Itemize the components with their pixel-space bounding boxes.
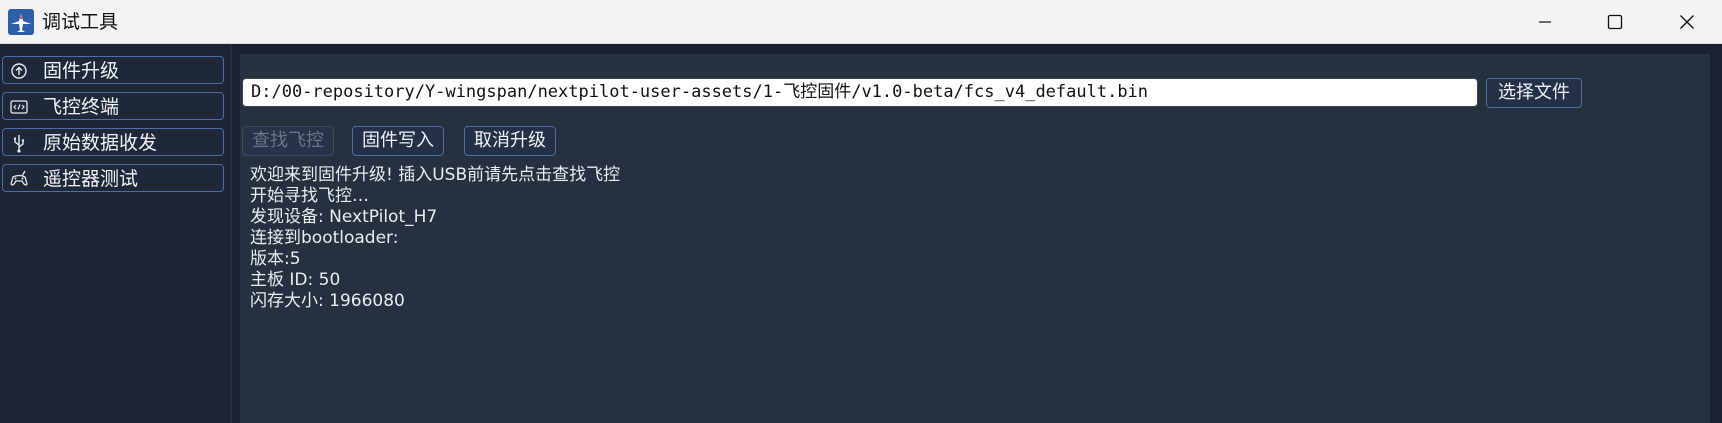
app-window: 调试工具 固件升级 飞控终端 原始数据收发 遥控器测试 D:/00-reposi… [0, 0, 1722, 423]
sidebar-item-label: 固件升级 [43, 60, 120, 82]
minimize-icon [1539, 21, 1551, 23]
log-line: 发现设备: NextPilot_H7 [250, 207, 438, 227]
maximize-icon [1607, 14, 1623, 30]
app-logo-icon [8, 9, 34, 35]
sidebar-item-firmware-upgrade[interactable]: 固件升级 [2, 56, 224, 84]
minimize-button[interactable] [1510, 0, 1580, 44]
find-controller-button[interactable]: 查找飞控 [242, 126, 334, 156]
sidebar-item-flight-terminal[interactable]: 飞控终端 [2, 92, 224, 120]
write-firmware-button[interactable]: 固件写入 [352, 126, 444, 156]
cancel-upgrade-button[interactable]: 取消升级 [464, 126, 556, 156]
maximize-button[interactable] [1580, 0, 1650, 44]
title-bar: 调试工具 [0, 0, 1722, 44]
file-path-input[interactable]: D:/00-repository/Y-wingspan/nextpilot-us… [242, 78, 1478, 107]
window-title: 调试工具 [42, 11, 119, 33]
select-file-button[interactable]: 选择文件 [1486, 78, 1582, 108]
firmware-upgrade-panel: D:/00-repository/Y-wingspan/nextpilot-us… [240, 54, 1710, 423]
sidebar-item-label: 原始数据收发 [43, 132, 158, 154]
log-line: 版本:5 [250, 249, 301, 269]
log-line: 开始寻找飞控… [250, 186, 369, 206]
sidebar-item-raw-data[interactable]: 原始数据收发 [2, 128, 224, 156]
sidebar-item-label: 飞控终端 [43, 96, 120, 118]
sidebar-item-label: 遥控器测试 [43, 168, 139, 190]
log-output: 欢迎来到固件升级! 插入USB前请先点击查找飞控 开始寻找飞控… 发现设备: N… [250, 165, 1690, 415]
controller-icon [9, 169, 29, 189]
sidebar-item-remote-test[interactable]: 遥控器测试 [2, 164, 224, 192]
log-line: 欢迎来到固件升级! 插入USB前请先点击查找飞控 [250, 165, 621, 185]
usb-icon [9, 133, 29, 153]
terminal-icon [9, 97, 29, 117]
close-icon [1680, 15, 1694, 29]
upgrade-icon [9, 61, 29, 81]
log-line: 连接到bootloader: [250, 228, 399, 248]
log-line: 闪存大小: 1966080 [250, 291, 405, 311]
log-line: 主板 ID: 50 [250, 270, 341, 290]
sidebar: 固件升级 飞控终端 原始数据收发 遥控器测试 [0, 44, 232, 423]
close-button[interactable] [1652, 0, 1722, 44]
